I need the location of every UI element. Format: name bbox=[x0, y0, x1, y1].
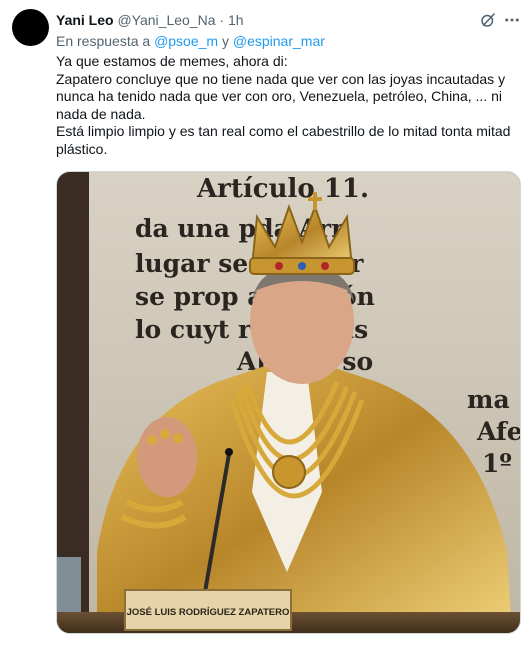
tweet-header: Yani Leo @Yani_Leo_Na · 1h bbox=[56, 11, 519, 29]
wall-line: 1º bbox=[482, 449, 512, 478]
water-glass bbox=[57, 557, 81, 617]
raised-hand bbox=[137, 417, 197, 497]
wall-line: Afe bbox=[476, 417, 521, 446]
tweet-text: Ya que estamos de memes, ahora di: Zapat… bbox=[56, 53, 516, 159]
medallion bbox=[272, 455, 306, 489]
reply-joiner: y bbox=[221, 33, 229, 49]
wall-line: Artículo 11. bbox=[196, 174, 369, 204]
name-placard: JOSÉ LUIS RODRÍGUEZ ZAPATERO bbox=[124, 589, 292, 631]
tweet-image[interactable]: Artículo 11. da una pda Arn lugar se ble… bbox=[56, 171, 521, 634]
wall-line: ma bbox=[467, 385, 510, 414]
tweet-text-line: plástico. bbox=[56, 140, 108, 157]
placard-text: JOSÉ LUIS RODRÍGUEZ ZAPATERO bbox=[127, 607, 290, 618]
timestamp[interactable]: 1h bbox=[228, 12, 244, 28]
grok-icon[interactable] bbox=[479, 11, 497, 29]
tweet-text-line: nunca ha tenido nada que ver con oro, Ve… bbox=[56, 88, 502, 105]
tweet[interactable]: Yani Leo @Yani_Leo_Na · 1h En respuesta … bbox=[0, 0, 531, 647]
author-handle[interactable]: @Yani_Leo_Na bbox=[117, 12, 215, 28]
reply-context: En respuesta a @psoe_m y @espinar_mar bbox=[56, 32, 325, 50]
more-options-icon[interactable] bbox=[503, 11, 521, 29]
separator-dot: · bbox=[219, 12, 225, 28]
tweet-text-line: nada de nada. bbox=[56, 105, 146, 122]
tweet-text-line: Zapatero concluye que no tiene nada que … bbox=[56, 70, 506, 87]
author-name[interactable]: Yani Leo bbox=[56, 12, 114, 28]
mention-link[interactable]: @psoe_m bbox=[154, 33, 218, 49]
tweet-text-line: Ya que estamos de memes, ahora di: bbox=[56, 53, 288, 69]
avatar[interactable] bbox=[12, 9, 49, 46]
tweet-text-line: Está limpio limpio y es tan real como el… bbox=[56, 123, 511, 140]
mention-link[interactable]: @espinar_mar bbox=[233, 33, 325, 49]
reply-prefix: En respuesta a bbox=[56, 33, 151, 49]
